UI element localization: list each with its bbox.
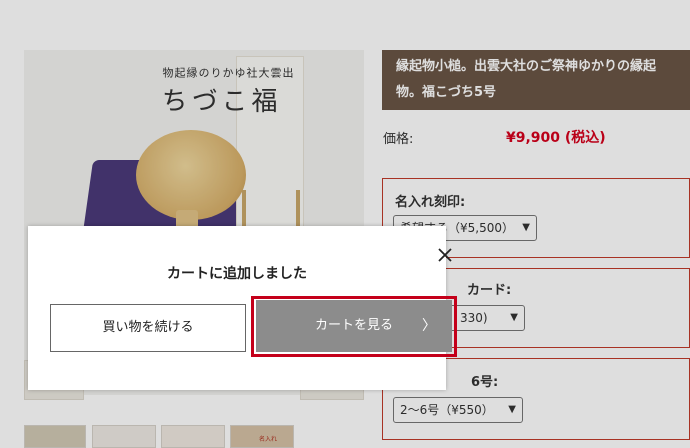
modal-title: カートに追加しました: [167, 266, 307, 282]
continue-shopping-button[interactable]: 買い物を続ける: [50, 304, 246, 352]
view-cart-highlight: [251, 296, 457, 357]
close-icon[interactable]: [433, 243, 457, 267]
